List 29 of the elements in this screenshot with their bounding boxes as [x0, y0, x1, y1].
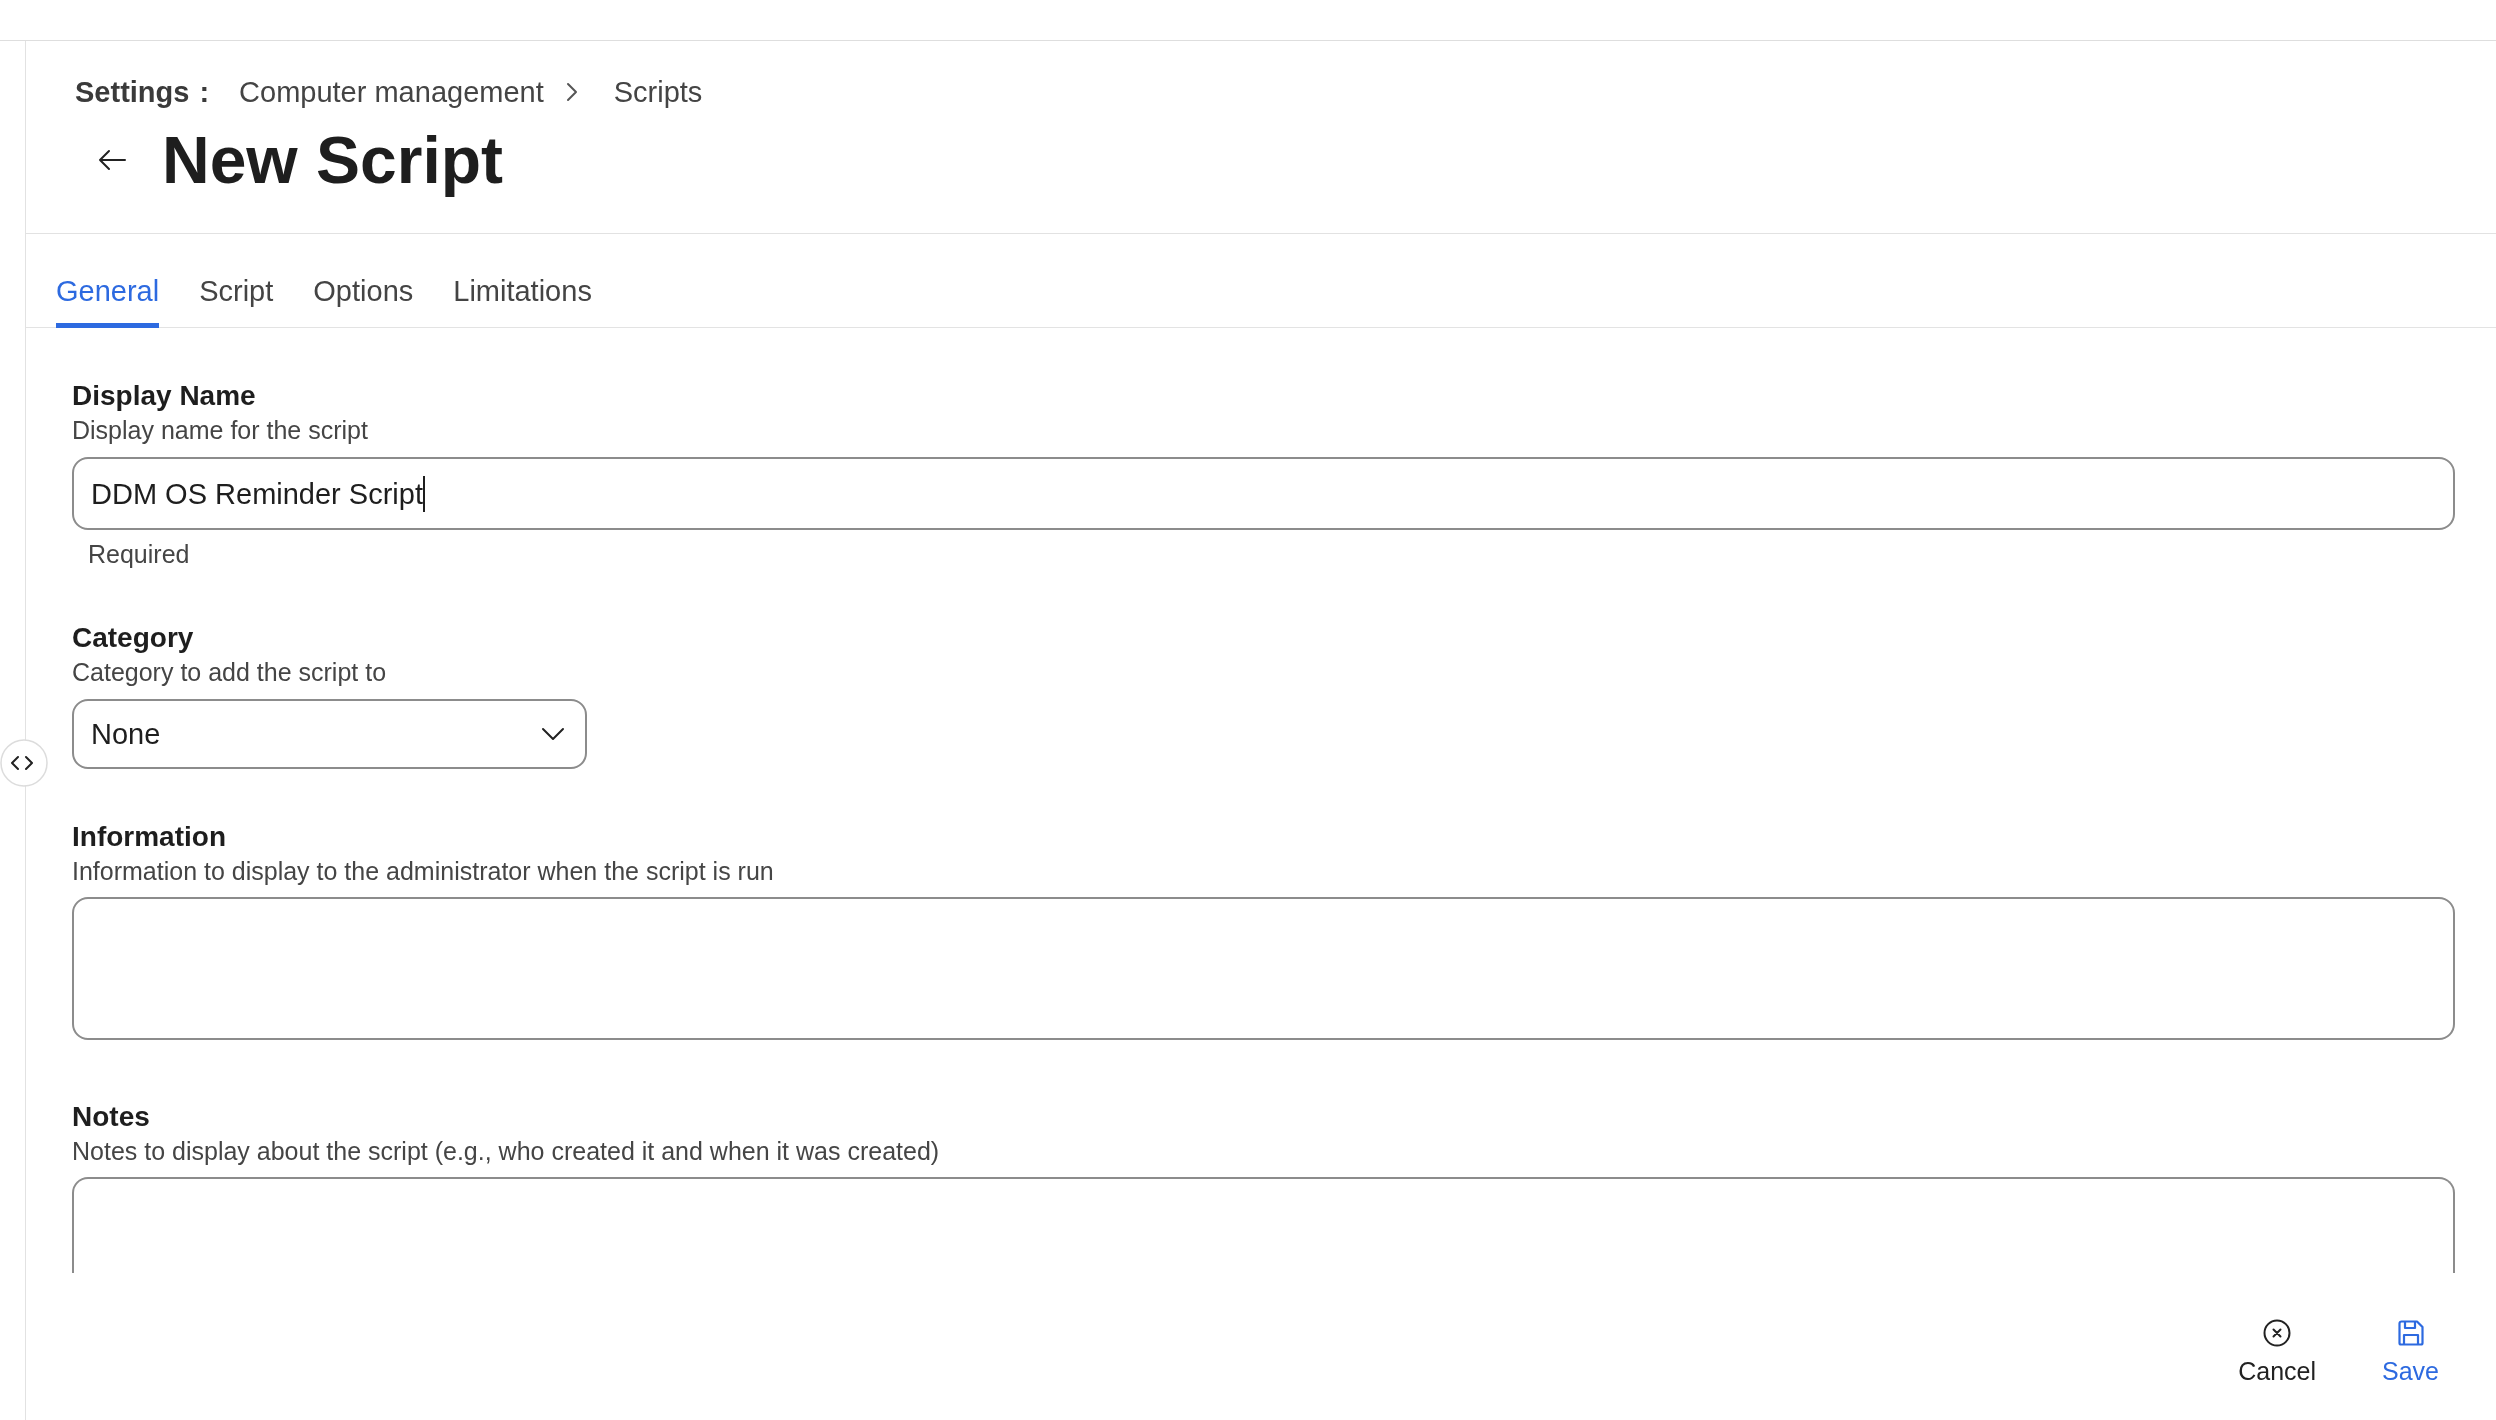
field-description: Information to display to the administrator when the script is run	[72, 856, 775, 887]
close-circle-icon	[2263, 1319, 2292, 1347]
tab[interactable]: General	[56, 273, 160, 328]
save-button[interactable]: Save	[2368, 1319, 2453, 1386]
breadcrumb-separator: :	[199, 75, 210, 110]
breadcrumb-current: Scripts	[613, 75, 703, 110]
textarea-field[interactable]	[72, 897, 2455, 1040]
field-description: Category to add the script to	[72, 657, 388, 688]
cancel-button[interactable]: Cancel	[2224, 1319, 2330, 1386]
field-description: Notes to display about the script (e.g., who created it and when it was created)	[72, 1136, 941, 1167]
tab[interactable]: Script	[199, 273, 274, 328]
field-label: Display Name	[72, 379, 257, 413]
chevron-down-icon	[541, 727, 565, 741]
field-label: Category	[72, 621, 195, 655]
breadcrumb-link[interactable]: Settings	[75, 74, 190, 110]
field-label: Information	[72, 820, 227, 854]
page-title: New Script	[162, 122, 504, 199]
back-arrow-icon[interactable]	[98, 149, 126, 171]
textarea-field[interactable]	[72, 1177, 2455, 1273]
breadcrumb-link[interactable]: Computer management	[239, 74, 544, 110]
tab[interactable]: Limitations	[453, 273, 592, 328]
field-description: Display name for the script	[72, 415, 369, 446]
helper-text: Required	[87, 539, 191, 570]
field-label: Notes	[72, 1100, 151, 1134]
text-input[interactable]: DDM OS Reminder Script	[72, 457, 2455, 530]
select-dropdown[interactable]: None	[72, 699, 587, 769]
chevron-right-icon	[565, 82, 578, 102]
tab[interactable]: Options	[313, 273, 414, 328]
left-right-chevrons-icon[interactable]	[0, 739, 48, 787]
